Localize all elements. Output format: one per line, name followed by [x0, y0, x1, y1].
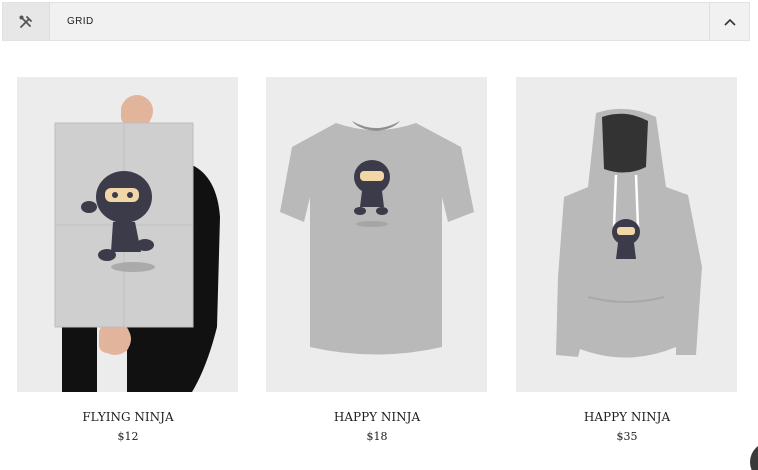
hoodie-image[interactable]	[516, 77, 737, 392]
product-card[interactable]: FLYING NINJA $12	[17, 77, 239, 444]
tshirt-image[interactable]	[266, 77, 487, 392]
poster-image[interactable]	[17, 77, 238, 392]
chevron-up-icon	[723, 18, 736, 26]
block-toolbar: GRID	[2, 2, 750, 41]
product-name[interactable]: FLYING NINJA	[17, 409, 239, 425]
block-title: GRID	[67, 16, 94, 27]
product-name[interactable]: HAPPY NINJA	[266, 409, 488, 425]
page: GRID FLYING NINJA $12 HAPPY NINJA $18 HA…	[0, 0, 758, 470]
product-card[interactable]: HAPPY NINJA $35	[516, 77, 738, 444]
product-price: $12	[117, 430, 139, 443]
product-price: $35	[616, 430, 638, 443]
product-name[interactable]: HAPPY NINJA	[516, 409, 738, 425]
product-price: $18	[366, 430, 388, 443]
collapse-toggle-button[interactable]	[709, 3, 749, 40]
block-tools-button[interactable]	[3, 3, 50, 40]
product-card[interactable]: HAPPY NINJA $18	[266, 77, 488, 444]
help-bubble[interactable]	[750, 442, 758, 470]
tools-icon	[19, 15, 32, 28]
